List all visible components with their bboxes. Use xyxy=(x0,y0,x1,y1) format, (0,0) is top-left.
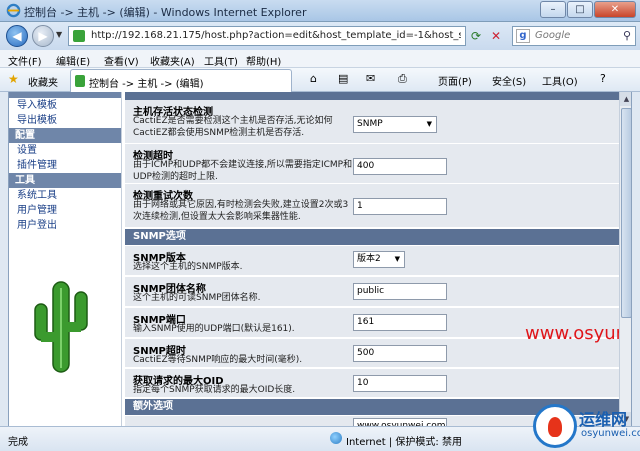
field-description: 由于ICMP和UDP都不会建议连接,所以需要指定ICMP和UDP检测的超时上限. xyxy=(133,160,353,182)
window-title: 控制台 -> 主机 -> (编辑) - Windows Internet Exp… xyxy=(24,6,307,19)
field-description: 指定每个SNMP获取请求的最大OID长度. xyxy=(133,385,296,395)
logo-en-text: osyunwei.com xyxy=(581,428,640,439)
status-text: 完成 xyxy=(8,437,28,448)
menu-bar: 文件(F) 编辑(E) 查看(V) 收藏夹(A) 工具(T) 帮助(H) xyxy=(0,50,640,68)
address-actions: ⟳ ✕ xyxy=(468,28,508,44)
sidebar-item-logout[interactable]: 用户登出 xyxy=(9,218,121,233)
select-value: 版本2 xyxy=(357,254,381,264)
feeds-icon[interactable]: ▤ xyxy=(338,72,348,85)
snmp-timeout-input[interactable]: 500 xyxy=(353,345,447,362)
favorites-star-icon[interactable]: ★ xyxy=(8,72,19,86)
menu-tools[interactable]: 工具(T) xyxy=(204,53,238,68)
tools-menu[interactable]: 工具(O) xyxy=(542,73,578,88)
address-toolbar: ◀ ▶ ▼ http://192.168.21.175/host.php?act… xyxy=(0,22,640,50)
security-zone-text[interactable]: Internet | 保护模式: 禁用 xyxy=(346,433,462,448)
vertical-scrollbar[interactable]: ▲ ▼ xyxy=(619,92,631,426)
back-button[interactable]: ◀ xyxy=(6,25,28,47)
close-button[interactable]: ✕ xyxy=(594,1,636,18)
snmp-community-input[interactable]: public xyxy=(353,283,447,300)
google-icon: g xyxy=(516,29,530,43)
search-placeholder: Google xyxy=(535,30,571,41)
watermark-text: www.osyunwei.com xyxy=(525,323,631,344)
menu-file[interactable]: 文件(F) xyxy=(8,53,42,68)
section-snmp-options: SNMP选项 xyxy=(125,229,619,245)
sidebar-item-system-tools[interactable]: 系统工具 xyxy=(9,188,121,203)
field-description: 由于网络或其它原因,有时检测会失败,建立设置2次或3次连续检测,但设置太大会影响… xyxy=(133,200,349,222)
search-input[interactable]: g Google ⚲ xyxy=(512,26,636,46)
page-favicon-icon xyxy=(73,30,85,42)
menu-edit[interactable]: 编辑(E) xyxy=(56,53,90,68)
form-row-ping-timeout: 检测超时 由于ICMP和UDP都不会建议连接,所以需要指定ICMP和UDP检测的… xyxy=(125,144,619,184)
search-icon[interactable]: ⚲ xyxy=(623,29,631,42)
cactus-logo-icon xyxy=(34,281,88,373)
maximize-button[interactable]: □ xyxy=(567,1,593,18)
favorites-bar: ★ 收藏夹 控制台 -> 主机 -> (编辑) ⌂ ▤ ✉ ⎙ 页面(P) 安全… xyxy=(0,68,640,92)
field-description: 这个主机的可读SNMP团体名称. xyxy=(133,293,261,303)
max-oids-input[interactable]: 10 xyxy=(353,375,447,392)
field-description: CactiEZ等待SNMP响应的最大时间(毫秒). xyxy=(133,355,303,365)
recent-pages-dropdown-icon[interactable]: ▼ xyxy=(56,30,62,39)
page-menu[interactable]: 页面(P) xyxy=(438,73,472,88)
field-description: 选择这个主机的SNMP版本. xyxy=(133,262,243,272)
availability-method-select[interactable]: SNMP ▼ xyxy=(353,116,437,133)
scroll-up-icon[interactable]: ▲ xyxy=(620,92,631,106)
sidebar: 导入模板 导出模板 配置 设置 插件管理 工具 系统工具 用户管理 用户登出 xyxy=(9,92,122,426)
select-value: SNMP xyxy=(357,119,383,129)
home-icon[interactable]: ⌂ xyxy=(310,72,317,85)
browser-tab[interactable]: 控制台 -> 主机 -> (编辑) xyxy=(70,69,292,92)
tab-favicon-icon xyxy=(75,75,85,87)
form-row-ping-retries: 检测重试次数 由于网络或其它原因,有时检测会失败,建立设置2次或3次连续检测,但… xyxy=(125,184,619,228)
safety-menu[interactable]: 安全(S) xyxy=(492,73,526,88)
page-content: 导入模板 导出模板 配置 设置 插件管理 工具 系统工具 用户管理 用户登出 主… xyxy=(8,92,632,426)
internet-zone-icon xyxy=(330,432,342,444)
help-icon[interactable]: ? xyxy=(600,72,606,85)
snmp-port-input[interactable]: 161 xyxy=(353,314,447,331)
form-row-snmp-community: SNMP团体名称 这个主机的可读SNMP团体名称. public xyxy=(125,277,619,307)
refresh-icon[interactable]: ⟳ xyxy=(468,28,484,44)
form-row-availability: 主机存活状态检测 CactiEZ是否需要检测这个主机是否存活,无论如何Cacti… xyxy=(125,100,619,144)
scroll-thumb[interactable] xyxy=(621,108,631,318)
form-row-max-oids: 获取请求的最大OID 指定每个SNMP获取请求的最大OID长度. 10 xyxy=(125,369,619,398)
field-description: CactiEZ是否需要检测这个主机是否存活,无论如何CactiEZ都会使用SNM… xyxy=(133,116,333,138)
sidebar-item-plugin-management[interactable]: 插件管理 xyxy=(9,158,121,173)
sidebar-item-import-template[interactable]: 导入模板 xyxy=(9,98,121,113)
address-input[interactable]: http://192.168.21.175/host.php?action=ed… xyxy=(68,26,466,46)
extra-notes-input[interactable]: www.osyunwei.com xyxy=(353,418,447,426)
minimize-button[interactable]: – xyxy=(540,1,566,18)
tab-title: 控制台 -> 主机 -> (编辑) xyxy=(89,79,204,90)
chevron-down-icon: ▼ xyxy=(394,255,400,263)
sidebar-section-config: 配置 xyxy=(9,128,121,143)
menu-help[interactable]: 帮助(H) xyxy=(246,53,281,68)
url-text[interactable]: http://192.168.21.175/host.php?action=ed… xyxy=(91,30,461,41)
section-header-cut xyxy=(125,92,619,100)
chevron-down-icon: ▼ xyxy=(426,120,432,128)
title-bar: 控制台 -> 主机 -> (编辑) - Windows Internet Exp… xyxy=(0,0,640,22)
logo-cn-text: 运维网 xyxy=(579,410,628,429)
menu-view[interactable]: 查看(V) xyxy=(104,53,139,68)
print-icon[interactable]: ⎙ xyxy=(398,72,407,86)
sidebar-section-tools: 工具 xyxy=(9,173,121,188)
snmp-version-select[interactable]: 版本2 ▼ xyxy=(353,251,405,268)
site-logo: 运维网 osyunwei.com xyxy=(533,404,640,448)
forward-button[interactable]: ▶ xyxy=(32,25,54,47)
stop-icon[interactable]: ✕ xyxy=(488,28,504,44)
menu-favorites[interactable]: 收藏夹(A) xyxy=(150,53,195,68)
field-description: 输入SNMP使用的UDP端口(默认是161). xyxy=(133,324,295,334)
ping-timeout-input[interactable]: 400 xyxy=(353,158,447,175)
form-row-snmp-version: SNMP版本 选择这个主机的SNMP版本. 版本2 ▼ xyxy=(125,246,619,276)
ie-icon xyxy=(6,3,21,18)
mail-icon[interactable]: ✉ xyxy=(366,72,375,85)
window-controls: – □ ✕ xyxy=(539,1,636,19)
sidebar-item-export-template[interactable]: 导出模板 xyxy=(9,113,121,128)
ping-retries-input[interactable]: 1 xyxy=(353,198,447,215)
sidebar-item-user-management[interactable]: 用户管理 xyxy=(9,203,121,218)
logo-emblem-icon xyxy=(533,404,577,448)
host-edit-form: 主机存活状态检测 CactiEZ是否需要检测这个主机是否存活,无论如何Cacti… xyxy=(125,92,631,426)
favorites-label[interactable]: 收藏夹 xyxy=(28,74,58,89)
sidebar-item-settings[interactable]: 设置 xyxy=(9,143,121,158)
